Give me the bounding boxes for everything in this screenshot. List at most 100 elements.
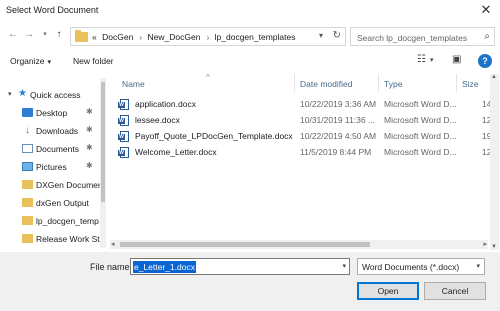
chevron-right-icon: › [206,32,210,42]
cancel-button[interactable]: Cancel [424,282,486,300]
navigation-bar: ← → ▾ ↑ « DocGen › New_DocGen › lp_docgen_… [0,24,500,48]
breadcrumb-item-lp-docgen-templates[interactable]: lp_docgen_templates [215,32,296,42]
sidebar-item-downloads[interactable]: ↓ Downloads ✱ [0,123,100,139]
breadcrumb: « DocGen › New_DocGen › lp_docgen_template… [92,32,298,42]
dialog-footer: File name: e_Letter_1.docx ▾ Word Docume… [0,252,500,311]
column-divider[interactable] [456,74,457,92]
file-type: Microsoft Word D... [384,131,457,141]
sidebar-item-dxgen-documents[interactable]: DXGen Documer [0,177,101,193]
column-divider[interactable] [294,74,295,92]
sidebar-item-label: Release Work Sta [36,234,105,244]
column-divider[interactable] [378,74,379,92]
chevron-down-icon[interactable]: ▾ [342,262,346,270]
word-document-icon [118,99,129,110]
pin-icon[interactable]: ✱ [86,143,93,152]
file-name: application.docx [135,99,196,109]
file-type: Microsoft Word D... [384,115,457,125]
navigation-pane: ▾ ★ Quick access Desktop ✱ ↓ Downloads ✱… [0,78,105,250]
pin-icon[interactable]: ✱ [86,125,93,134]
folder-icon [22,198,33,207]
sidebar-item-pictures[interactable]: Pictures ✱ [0,159,100,175]
pin-icon[interactable]: ✱ [86,107,93,116]
column-header-date-modified[interactable]: Date modified [300,79,352,89]
sidebar-item-label: lp_docgen_temp [36,216,99,226]
sidebar-item-label: Quick access [30,90,81,100]
file-type: Microsoft Word D... [384,99,457,109]
file-name: Welcome_Letter.docx [135,147,217,157]
chevron-down-icon[interactable]: ▾ [38,28,52,42]
organize-label: Organize [10,56,45,66]
refresh-icon[interactable]: ↻ [333,30,341,41]
navigation-pane-scrollbar[interactable] [100,78,106,248]
file-list-vertical-scrollbar[interactable]: ▲ ▼ [490,74,499,250]
close-icon[interactable]: ✕ [472,0,500,20]
preview-pane-icon[interactable]: ▣ [452,54,461,65]
up-arrow-icon[interactable]: ↑ [52,28,66,42]
organize-button[interactable]: Organize ▾ [10,56,51,66]
scroll-right-icon[interactable]: ▸ [483,240,487,248]
sidebar-item-label: Documents [36,144,79,154]
file-date: 11/5/2019 8:44 PM [300,147,372,157]
scroll-down-icon[interactable]: ▼ [491,244,497,250]
scrollbar-thumb[interactable] [101,82,105,202]
download-icon: ↓ [25,125,30,136]
file-name-value: e_Letter_1.docx [133,261,196,273]
column-header-type[interactable]: Type [384,79,402,89]
chevron-right-icon: › [139,32,143,42]
sidebar-item-desktop[interactable]: Desktop ✱ [0,105,100,121]
word-document-icon [118,131,129,142]
documents-icon [22,144,33,153]
folder-icon [22,216,33,225]
sidebar-item-dxgen-output[interactable]: dxGen Output [0,195,100,211]
sidebar-item-label: dxGen Output [36,198,89,208]
file-name-field[interactable]: e_Letter_1.docx ▾ [130,258,350,275]
address-bar[interactable]: « DocGen › New_DocGen › lp_docgen_template… [70,27,346,46]
folder-icon [22,234,33,243]
folder-icon [22,180,33,189]
help-icon[interactable]: ? [478,54,492,68]
command-bar: Organize ▾ New folder ☷ ▾ ▣ ? [0,50,500,72]
file-row-lessee[interactable]: lessee.docx 10/31/2019 11:36 ... Microso… [110,113,491,128]
file-list-header: ^ Name Date modified Type Size [110,73,500,92]
scrollbar-thumb[interactable] [120,242,370,247]
view-options-icon[interactable]: ☷ [417,54,426,65]
open-button[interactable]: Open [357,282,419,300]
forward-arrow-icon[interactable]: → [22,28,36,42]
sort-caret-icon: ^ [206,73,210,82]
file-row-application[interactable]: application.docx 10/22/2019 3:36 AM Micr… [110,97,491,112]
sidebar-item-lp-docgen-templates[interactable]: lp_docgen_temp [0,213,100,229]
chevron-down-icon: ▾ [476,263,480,270]
address-dropdown-icon[interactable]: ▾ [319,31,323,40]
sidebar-item-label: Pictures [36,162,67,172]
scroll-left-icon[interactable]: ◂ [111,240,115,248]
pictures-icon [22,162,33,171]
new-folder-button[interactable]: New folder [73,56,114,66]
sidebar-item-quick-access[interactable]: ▾ ★ Quick access [0,87,100,103]
scroll-up-icon[interactable]: ▲ [491,74,497,80]
breadcrumb-item-docgen[interactable]: DocGen [102,32,133,42]
file-row-welcome-letter[interactable]: Welcome_Letter.docx 11/5/2019 8:44 PM Mi… [110,145,491,160]
column-header-name[interactable]: Name [122,79,145,89]
file-name: lessee.docx [135,115,180,125]
file-date: 10/22/2019 3:36 AM [300,99,377,109]
file-date: 10/22/2019 4:50 AM [300,131,377,141]
search-input[interactable]: Search lp_docgen_templates ⌕ [350,27,495,46]
breadcrumb-overflow[interactable]: « [92,32,97,42]
breadcrumb-item-new-docgen[interactable]: New_DocGen [148,32,201,42]
file-row-payoff-quote[interactable]: Payoff_Quote_LPDocGen_Template.docx 10/2… [110,129,491,144]
file-type-value: Word Documents (*.docx) [362,262,460,272]
sidebar-item-documents[interactable]: Documents ✱ [0,141,100,157]
search-icon[interactable]: ⌕ [484,31,490,42]
file-type-select[interactable]: Word Documents (*.docx) ▾ [357,258,485,275]
column-header-size[interactable]: Size [462,79,479,89]
chevron-down-icon: ▾ [47,59,52,66]
back-arrow-icon[interactable]: ← [6,28,20,42]
pin-icon[interactable]: ✱ [86,161,93,170]
sidebar-item-label: Downloads [36,126,79,136]
chevron-down-icon[interactable]: ▾ [430,56,434,64]
file-date: 10/31/2019 11:36 ... [300,115,375,125]
file-list-horizontal-scrollbar[interactable]: ◂ ▸ [110,240,488,249]
sidebar-item-release-work[interactable]: Release Work Sta [0,231,104,247]
chevron-down-icon[interactable]: ▾ [8,90,12,98]
desktop-icon [22,108,33,117]
